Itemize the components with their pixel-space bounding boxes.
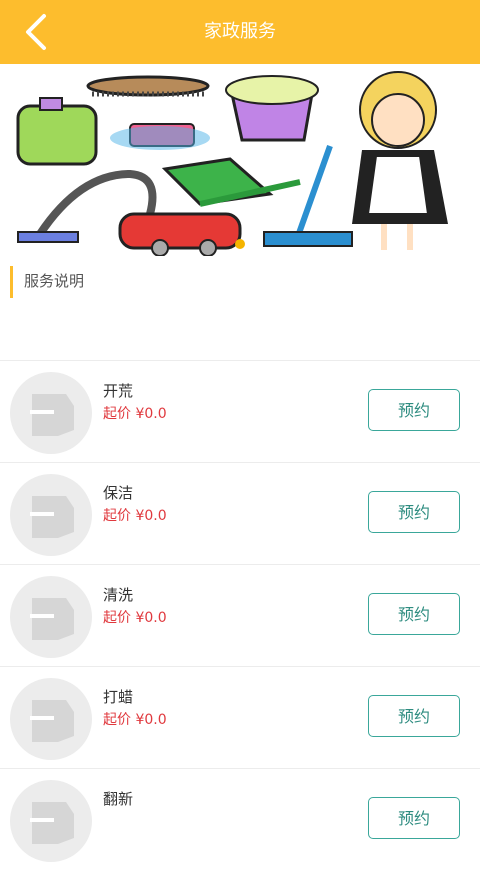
list-item[interactable]: 翻新 预约: [0, 768, 480, 870]
list-item[interactable]: 开荒 起价 ¥0.0 预约: [0, 360, 480, 462]
list-item[interactable]: 清洗 起价 ¥0.0 预约: [0, 564, 480, 666]
service-name: 打蜡: [103, 688, 134, 706]
service-price: 起价 ¥0.0: [103, 508, 167, 524]
banner-illustration: [0, 64, 480, 256]
section-label: 服务说明: [24, 272, 85, 290]
book-button[interactable]: 预约: [368, 491, 460, 533]
service-placeholder-icon: [10, 576, 92, 658]
list-item[interactable]: 保洁 起价 ¥0.0 预约: [0, 462, 480, 564]
service-price: 起价 ¥0.0: [103, 406, 167, 422]
book-button[interactable]: 预约: [368, 797, 460, 839]
service-placeholder-icon: [10, 372, 92, 454]
service-placeholder-icon: [10, 474, 92, 556]
book-button[interactable]: 预约: [368, 695, 460, 737]
book-button[interactable]: 预约: [368, 389, 460, 431]
list-item[interactable]: 打蜡 起价 ¥0.0 预约: [0, 666, 480, 768]
book-button[interactable]: 预约: [368, 593, 460, 635]
service-description-section: 服务说明: [0, 256, 480, 360]
service-placeholder-icon: [10, 678, 92, 760]
service-price: 起价 ¥0.0: [103, 712, 167, 728]
top-app-bar: 家政服务: [0, 0, 480, 64]
section-accent-bar: [10, 266, 13, 298]
service-name: 保洁: [103, 484, 134, 502]
service-name: 清洗: [103, 586, 134, 604]
service-name: 开荒: [103, 382, 134, 400]
service-placeholder-icon: [10, 780, 92, 862]
cleaning-tools-illustration: [16, 71, 448, 256]
service-price: 起价 ¥0.0: [103, 610, 167, 626]
service-name: 翻新: [103, 790, 134, 808]
page-title: 家政服务: [204, 21, 276, 42]
